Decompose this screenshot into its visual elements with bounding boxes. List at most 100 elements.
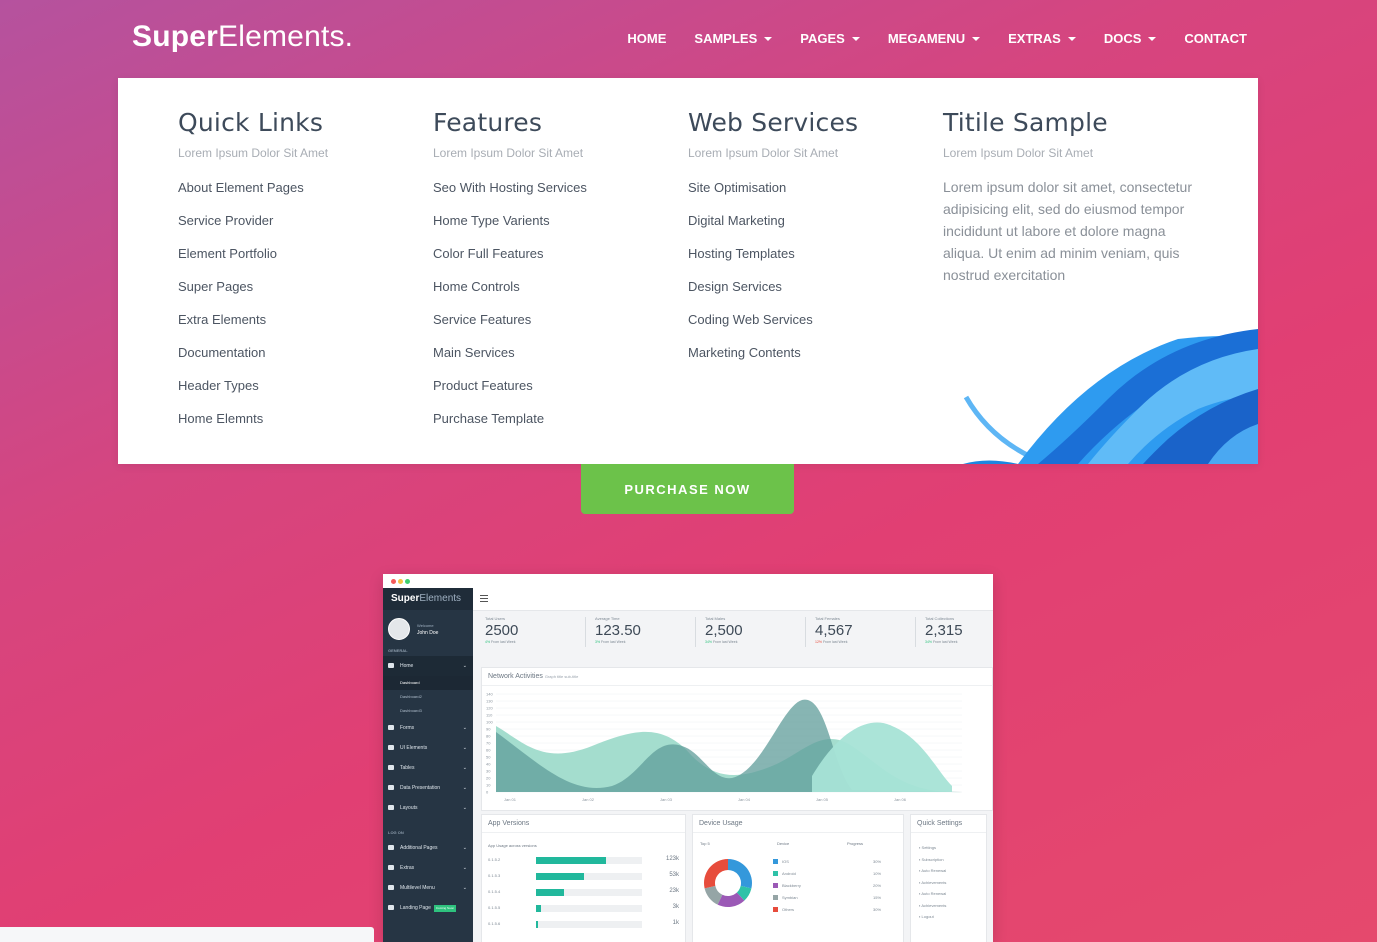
- user-name: John Doe: [417, 630, 439, 636]
- megamenu-link[interactable]: Service Features: [433, 310, 663, 343]
- nav-docs[interactable]: DOCS: [1104, 31, 1157, 46]
- app-version-row: 0.1.5.2 123k: [488, 855, 679, 865]
- avatar: [388, 618, 410, 640]
- maximize-dot-icon: [405, 579, 410, 584]
- megamenu-link[interactable]: Super Pages: [178, 277, 408, 310]
- quick-setting-item[interactable]: ▪ Achievements: [919, 903, 946, 908]
- stat-label: Total Collections: [925, 616, 955, 621]
- hamburger-menu-icon[interactable]: [480, 595, 488, 604]
- megamenu-link[interactable]: Design Services: [688, 277, 918, 310]
- megamenu-link[interactable]: Digital Marketing: [688, 211, 918, 244]
- quick-setting-item[interactable]: ▪ Achievements: [919, 880, 946, 885]
- megamenu-link[interactable]: About Element Pages: [178, 178, 408, 211]
- quick-setting-item[interactable]: ▪ Settings: [919, 845, 936, 850]
- menu-icon: [388, 865, 394, 870]
- sidebar-item-home[interactable]: Home ⌄: [383, 656, 473, 676]
- dashboard-brand-light: Elements: [419, 593, 462, 604]
- nav-pages[interactable]: PAGES: [800, 31, 860, 46]
- sidebar-item-multilevel-menu[interactable]: Multilevel Menu ⌄: [383, 878, 473, 898]
- nav-megamenu[interactable]: MEGAMENU: [888, 31, 981, 46]
- megamenu-link[interactable]: Header Types: [178, 376, 408, 409]
- sidebar-item-landing-page[interactable]: Landing Page Coming Soon: [383, 898, 473, 918]
- megamenu-link[interactable]: Hosting Templates: [688, 244, 918, 277]
- sidebar-item-extras[interactable]: Extras ⌄: [383, 858, 473, 878]
- device-legend-item: IOS 30%: [773, 859, 893, 865]
- megamenu-link[interactable]: Service Provider: [178, 211, 408, 244]
- device-pct: 10%: [873, 871, 882, 876]
- network-subtitle: Graph title sub-title: [544, 674, 579, 679]
- device-legend-item: Symbian 15%: [773, 895, 893, 901]
- caret-down-icon: [1067, 36, 1076, 41]
- window-titlebar: [383, 574, 993, 588]
- sidebar-item-layouts[interactable]: Layouts ⌄: [383, 798, 473, 818]
- chevron-down-icon: ⌄: [462, 725, 467, 731]
- megamenu-link[interactable]: Site Optimisation: [688, 178, 918, 211]
- dashboard-main: Total Users 2500 4% From last Week Average …: [473, 588, 993, 942]
- nav-contact[interactable]: CONTACT: [1184, 31, 1247, 46]
- megamenu-link[interactable]: Home Elemnts: [178, 409, 408, 442]
- megamenu-link[interactable]: Documentation: [178, 343, 408, 376]
- y-tick-label: 0: [486, 790, 489, 795]
- sidebar-subitem[interactable]: Dashboard2: [383, 690, 473, 704]
- caret-down-icon: [972, 36, 981, 41]
- megamenu-link[interactable]: Home Type Varients: [433, 211, 663, 244]
- megamenu-link[interactable]: Seo With Hosting Services: [433, 178, 663, 211]
- x-tick-label: Jan 06: [894, 797, 907, 802]
- chevron-down-icon: ⌄: [462, 865, 467, 871]
- menu-icon: [388, 765, 394, 770]
- stat-label: Total Females: [815, 616, 840, 621]
- sidebar-item-ui-elements[interactable]: UI Elements ⌄: [383, 738, 473, 758]
- device-name: Android: [782, 871, 796, 876]
- chevron-down-icon: ⌄: [462, 663, 467, 669]
- quick-setting-item[interactable]: ▪ Logout: [919, 914, 934, 919]
- setting-label: Auto Renewal: [921, 891, 947, 896]
- version-bar-track: [536, 889, 642, 896]
- stat-value: 2,500: [705, 622, 743, 639]
- quick-setting-item[interactable]: ▪ Auto Renewal: [919, 891, 946, 896]
- y-tick-label: 90: [486, 727, 491, 732]
- setting-label: Settings: [921, 845, 936, 850]
- app-versions-card: App Versions App Usage across versions 0…: [481, 814, 686, 942]
- logo-bold: Super: [132, 20, 219, 53]
- megamenu-link[interactable]: Extra Elements: [178, 310, 408, 343]
- stat-card: Total Users 2500 4% From last Week: [485, 616, 585, 644]
- megamenu-link[interactable]: Element Portfolio: [178, 244, 408, 277]
- sidebar-subitem[interactable]: Dashboard: [383, 676, 473, 690]
- app-versions-subtitle: App Usage across versions: [488, 843, 537, 848]
- y-tick-label: 120: [486, 706, 493, 711]
- network-area-chart: 1401301201101009080706050403020100Jan 01…: [486, 692, 962, 802]
- column-paragraph: Lorem ipsum dolor sit amet, consectetur …: [943, 179, 1192, 283]
- megamenu-link[interactable]: Product Features: [433, 376, 663, 409]
- sidebar-subitem[interactable]: Dashboard3: [383, 704, 473, 718]
- sidebar-item-forms[interactable]: Forms ⌄: [383, 718, 473, 738]
- nav-extras[interactable]: EXTRAS: [1008, 31, 1076, 46]
- megamenu-link[interactable]: Color Full Features: [433, 244, 663, 277]
- device-column-header: Device: [777, 841, 790, 846]
- device-pct: 30%: [873, 907, 882, 912]
- dashboard-brand-bold: Super: [391, 593, 420, 604]
- megamenu-link[interactable]: Main Services: [433, 343, 663, 376]
- nav-samples[interactable]: SAMPLES: [694, 31, 773, 46]
- device-name: Blackberry: [782, 883, 801, 888]
- column-subtitle: Lorem Ipsum Dolor Sit Amet: [943, 146, 1094, 160]
- megamenu-link[interactable]: Home Controls: [433, 277, 663, 310]
- purchase-now-button[interactable]: PURCHASE NOW: [581, 464, 794, 514]
- megamenu-link[interactable]: Purchase Template: [433, 409, 663, 442]
- sidebar-item-tables[interactable]: Tables ⌄: [383, 758, 473, 778]
- donut-slice-others: [704, 859, 728, 889]
- sidebar-item-additional-pages[interactable]: Additional Pages ⌄: [383, 838, 473, 858]
- version-bar-track: [536, 905, 642, 912]
- nav-label: DOCS: [1103, 31, 1142, 46]
- menu-icon: [388, 663, 394, 668]
- progress-column-header: Progress: [847, 841, 864, 846]
- sidebar-item-data-presentation[interactable]: Data Presentation ⌄: [383, 778, 473, 798]
- stat-separator: [915, 617, 916, 647]
- column-title: Titile Sample: [943, 108, 1108, 137]
- top-5-label: Top 5: [700, 841, 710, 846]
- nav-home[interactable]: HOME: [627, 31, 666, 46]
- quick-setting-item[interactable]: ▪ Auto Renewal: [919, 868, 946, 873]
- site-logo[interactable]: SuperElements.: [132, 20, 353, 54]
- stat-note: From last Week: [933, 640, 958, 644]
- quick-setting-item[interactable]: ▪ Subscription: [919, 857, 944, 862]
- device-pct: 30%: [873, 859, 882, 864]
